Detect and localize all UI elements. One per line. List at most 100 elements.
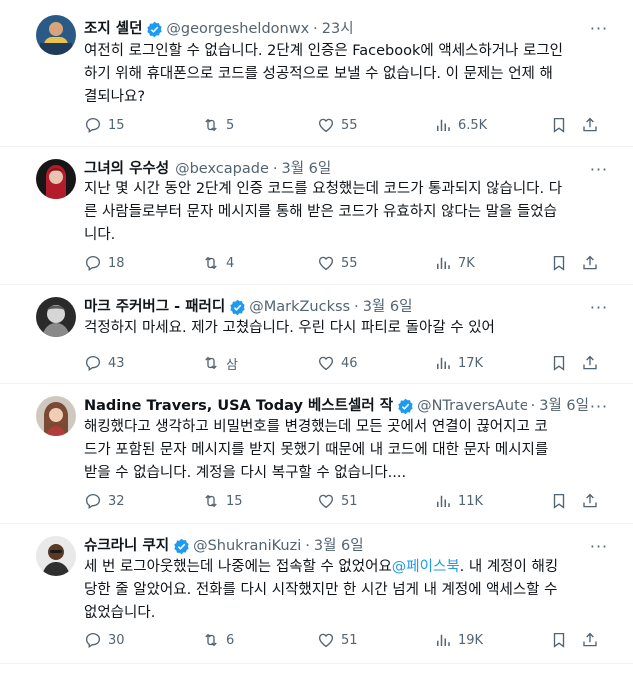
bookmark-button[interactable]: [550, 115, 568, 135]
tweet-text: 지난 몇 시간 동안 2단계 인증 코드를 요청했는데 코드가 통과되지 않습니…: [84, 181, 563, 243]
tweet[interactable]: 조지 셸던 @georgesheldonwx · 23시 ··· 여전히 로그인…: [0, 0, 633, 147]
bookmark-icon: [553, 493, 565, 509]
avatar[interactable]: [36, 396, 76, 436]
verified-badge-icon: [398, 398, 413, 414]
heart-icon: [318, 118, 334, 133]
tweet-text: 세 번 로그아웃했는데 나중에는 접속할 수 없었어요@페이스북. 내 계정이 …: [84, 556, 603, 625]
reply-button[interactable]: 18: [84, 253, 125, 273]
separator-dot: ·: [354, 299, 359, 315]
like-button[interactable]: 51: [317, 630, 358, 650]
tweet-feed: 조지 셸던 @georgesheldonwx · 23시 ··· 여전히 로그인…: [0, 0, 633, 676]
like-button[interactable]: 55: [317, 253, 358, 273]
avatar[interactable]: [36, 15, 76, 55]
views-count: 11K: [458, 493, 484, 509]
avatar[interactable]: [36, 536, 76, 576]
author-name[interactable]: 슈크라니 쿠지: [84, 535, 169, 557]
author-handle[interactable]: @NTraversAuteur: [417, 395, 527, 417]
reply-count: 30: [108, 632, 125, 648]
author-handle[interactable]: @bexcapade: [175, 158, 269, 180]
tweet[interactable]: Nadine Travers, USA Today 베스트셀러 작 @NTrav…: [0, 384, 633, 524]
tweet-time[interactable]: 3월 6일: [314, 535, 364, 557]
retweet-count: 4: [226, 255, 235, 271]
author-handle[interactable]: @georgesheldonwx: [166, 18, 309, 40]
reply-icon: [85, 355, 101, 371]
views-count: 19K: [458, 632, 484, 648]
reply-button[interactable]: 15: [84, 115, 125, 135]
tweet-header: 슈크라니 쿠지 @ShukraniKuzi · 3월 6일: [84, 535, 589, 557]
views-button[interactable]: 19K: [434, 630, 483, 650]
reply-button[interactable]: 30: [84, 630, 125, 650]
share-button[interactable]: [581, 353, 599, 373]
views-button[interactable]: 11K: [434, 491, 483, 511]
share-button[interactable]: [581, 491, 599, 511]
retweet-button[interactable]: 4: [202, 253, 234, 273]
heart-icon: [318, 356, 334, 371]
tweet-header: 그녀의 우수성 @bexcapade · 3월 6일: [84, 158, 589, 180]
tweet[interactable]: 슈크라니 쿠지 @ShukraniKuzi · 3월 6일 ··· 세 번 로그…: [0, 524, 633, 664]
share-icon: [583, 632, 597, 647]
mention-link[interactable]: @페이스북: [392, 559, 460, 575]
bookmark-button[interactable]: [550, 353, 568, 373]
retweet-icon: [205, 118, 217, 132]
views-button[interactable]: 6.5K: [434, 115, 487, 135]
tweet-time[interactable]: 23시: [322, 18, 354, 40]
author-name[interactable]: 조지 셸던: [84, 18, 142, 40]
tweet-actions: 43 삼 46 17K: [84, 353, 604, 373]
views-button[interactable]: 17K: [434, 353, 483, 373]
tweet-time[interactable]: 3월 6일: [363, 296, 413, 318]
share-button[interactable]: [581, 253, 599, 273]
like-button[interactable]: 51: [317, 491, 358, 511]
bookmark-icon: [553, 355, 565, 371]
tweet[interactable]: 마크 주커버그 - 패러디 @MarkZuckss · 3월 6일 ··· 걱정…: [0, 285, 633, 384]
heart-icon: [318, 633, 334, 648]
share-button[interactable]: [581, 115, 599, 135]
share-icon: [583, 355, 597, 370]
like-button[interactable]: 46: [317, 353, 358, 373]
author-name[interactable]: 그녀의 우수성: [84, 158, 169, 180]
retweet-button[interactable]: 15: [202, 491, 243, 511]
retweet-icon: [205, 356, 217, 370]
tweet-time[interactable]: 3월 6일: [281, 158, 331, 180]
tweet-text: 해킹했다고 생각하고 비밀번호를 변경했는데 모든 곳에서 연결이 끊어지고 코…: [84, 419, 549, 481]
verified-badge-icon: [147, 21, 163, 37]
separator-dot: ·: [313, 21, 318, 37]
tweet-time[interactable]: 3월 6일: [539, 395, 589, 417]
bookmark-button[interactable]: [550, 253, 568, 273]
author-handle[interactable]: @ShukraniKuzi: [193, 535, 301, 557]
views-icon: [437, 495, 450, 507]
author-name[interactable]: 마크 주커버그 - 패러디: [84, 296, 225, 318]
views-button[interactable]: 7K: [434, 253, 475, 273]
like-button[interactable]: 55: [317, 115, 358, 135]
views-icon: [437, 357, 450, 369]
tweet-header: 조지 셸던 @georgesheldonwx · 23시: [84, 18, 589, 40]
like-count: 51: [341, 493, 358, 509]
views-count: 17K: [458, 355, 484, 371]
reply-icon: [85, 117, 101, 133]
retweet-button[interactable]: 5: [202, 115, 234, 135]
retweet-button[interactable]: 삼: [202, 353, 238, 373]
bookmark-button[interactable]: [550, 630, 568, 650]
author-name[interactable]: Nadine Travers, USA Today 베스트셀러 작: [84, 395, 393, 417]
bookmark-icon: [553, 632, 565, 648]
verified-badge-icon: [230, 299, 245, 315]
reply-button[interactable]: 32: [84, 491, 125, 511]
reply-icon: [85, 632, 101, 648]
author-handle[interactable]: @MarkZuckss: [249, 296, 350, 318]
share-icon: [583, 255, 597, 270]
tweet-text: 여전히 로그인할 수 없습니다. 2단계 인증은 Facebook에 액세스하거…: [84, 43, 564, 105]
reply-count: 43: [108, 355, 125, 371]
tweet[interactable]: 그녀의 우수성 @bexcapade · 3월 6일 ··· 지난 몇 시간 동…: [0, 147, 633, 285]
avatar[interactable]: [36, 297, 76, 337]
share-button[interactable]: [581, 630, 599, 650]
retweet-icon: [205, 494, 217, 508]
reply-count: 18: [108, 255, 125, 271]
avatar[interactable]: [36, 159, 76, 199]
bookmark-button[interactable]: [550, 491, 568, 511]
reply-button[interactable]: 43: [84, 353, 125, 373]
retweet-count: 삼: [226, 357, 238, 373]
tweet-actions: 15 5 55 6.5K: [84, 115, 604, 135]
retweet-button[interactable]: 6: [202, 630, 234, 650]
heart-icon: [318, 494, 334, 509]
verified-badge-icon: [174, 538, 189, 554]
more-icon[interactable]: ···: [587, 21, 611, 42]
